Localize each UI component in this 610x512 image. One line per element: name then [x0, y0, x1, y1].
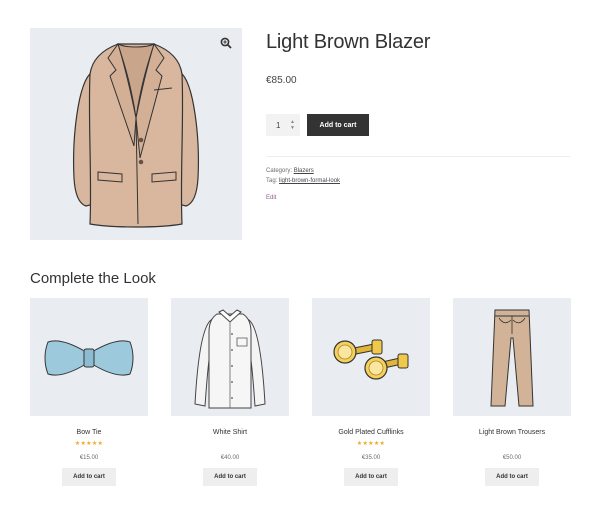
category-link[interactable]: Blazers [294, 168, 314, 174]
product-card-light-brown-trousers: Light Brown Trousers €50.00 Add to cart [453, 298, 571, 486]
product-thumbnail[interactable] [312, 298, 430, 416]
add-to-cart-button[interactable]: Add to cart [344, 468, 398, 486]
star-rating: ★★★★★ [74, 441, 104, 447]
star-rating [453, 440, 571, 448]
product-meta: Category: Blazers Tag: light-brown-forma… [266, 166, 340, 186]
white-shirt-image [194, 309, 266, 409]
product-summary: Light Brown Blazer €85.00 1 ▲ ▼ Add to ca… [266, 28, 570, 201]
product-title: Light Brown Blazer [266, 31, 431, 53]
bow-tie-image [44, 340, 134, 376]
product-card-name[interactable]: Bow Tie [30, 428, 148, 438]
product-card-name[interactable]: Gold Plated Cufflinks [312, 428, 430, 438]
product-thumbnail[interactable] [453, 298, 571, 416]
related-title: Complete the Look [30, 270, 156, 287]
category-row: Category: Blazers [266, 166, 340, 176]
product-card-name[interactable]: White Shirt [171, 428, 289, 438]
quantity-value: 1 [276, 120, 281, 130]
zoom-in-icon[interactable] [220, 37, 232, 49]
stepper-arrows-icon[interactable]: ▲ ▼ [290, 119, 295, 131]
product-card-price: €40.00 [220, 455, 240, 461]
trousers-image [490, 309, 534, 407]
product-card-name[interactable]: Light Brown Trousers [453, 428, 571, 438]
add-to-cart-button[interactable]: Add to cart [62, 468, 116, 486]
cufflinks-image [333, 339, 409, 380]
cart-form: 1 ▲ ▼ Add to cart [266, 114, 369, 136]
product-price: €85.00 [266, 75, 297, 86]
product-main-image[interactable] [30, 28, 242, 240]
edit-link[interactable]: Edit [266, 195, 276, 201]
tag-row: Tag: light-brown-formal-look [266, 176, 340, 186]
tag-label: Tag: [266, 178, 278, 184]
product-card-price: €15.00 [79, 455, 99, 461]
product-card-price: €35.00 [361, 455, 381, 461]
add-to-cart-button[interactable]: Add to cart [485, 468, 539, 486]
add-to-cart-button[interactable]: Add to cart [307, 114, 369, 136]
product-card-price: €50.00 [502, 455, 522, 461]
blazer-image [73, 42, 199, 228]
product-card-gold-plated-cufflinks: Gold Plated Cufflinks ★★★★★ €35.00 Add t… [312, 298, 430, 486]
star-rating: ★★★★★ [356, 441, 386, 447]
divider [266, 156, 570, 157]
quantity-stepper[interactable]: 1 ▲ ▼ [266, 114, 300, 136]
product-thumbnail[interactable] [30, 298, 148, 416]
product-card-bow-tie: Bow Tie ★★★★★ €15.00 Add to cart [30, 298, 148, 486]
product-thumbnail[interactable] [171, 298, 289, 416]
star-rating [171, 440, 289, 448]
product-card-white-shirt: White Shirt €40.00 Add to cart [171, 298, 289, 486]
tag-link[interactable]: light-brown-formal-look [279, 178, 340, 184]
category-label: Category: [266, 168, 293, 174]
add-to-cart-button[interactable]: Add to cart [203, 468, 257, 486]
